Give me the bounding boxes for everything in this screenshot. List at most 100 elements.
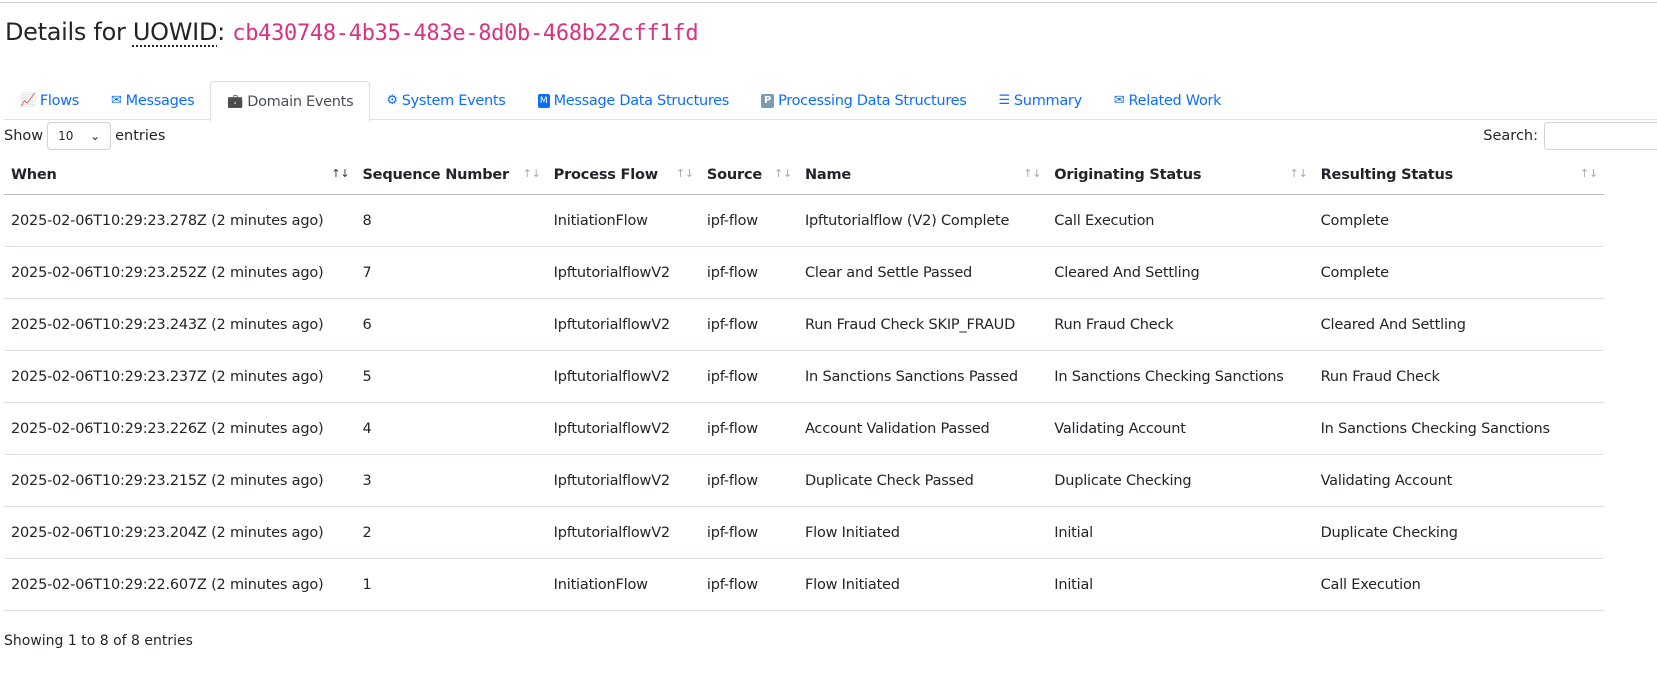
tab-label: Flows [39,92,80,109]
table-row: 2025-02-06T10:29:23.215Z (2 minutes ago)… [4,454,1604,507]
table-cell-source: ipf-flow [699,558,798,611]
table-cell-process-flow: InitiationFlow [546,558,700,611]
sort-icon[interactable]: ↑↓ [1023,167,1041,180]
table-cell-sequence-number: 1 [355,558,547,611]
table-cell-resulting-status: Run Fraud Check [1313,350,1604,403]
table-cell-name: Run Fraud Check SKIP_FRAUD [797,298,1048,351]
table-cell-when: 2025-02-06T10:29:23.278Z (2 minutes ago) [4,194,356,247]
tab-summary[interactable]: ☰ Summary [983,81,1098,120]
entries-select[interactable]: 10 ⌄ [47,122,112,150]
sort-icon[interactable]: ↑↓ [1580,167,1598,180]
column-header-name[interactable]: Name ↑↓ [797,155,1048,195]
show-label: Show [4,128,44,144]
sort-icon[interactable]: ↑↓ [523,167,541,180]
p-badge-icon: P [761,93,775,108]
tab-domain-events[interactable]: 💼 Domain Events [210,81,371,122]
table-cell-name: In Sanctions Sanctions Passed [797,350,1048,403]
tab-label: Messages [125,92,195,109]
table-cell-process-flow: InitiationFlow [546,194,700,247]
column-header-when[interactable]: When ↑↓ [4,155,356,195]
envelope-icon: ✉ [111,92,122,108]
table-cell-resulting-status: Call Execution [1313,558,1604,611]
tab-message-data-structures[interactable]: M Message Data Structures [522,81,746,120]
table-cell-source: ipf-flow [699,298,798,351]
column-header-sequence-number[interactable]: Sequence Number ↑↓ [355,155,547,195]
table-cell-originating-status: Validating Account [1047,402,1314,455]
tab-flows[interactable]: 📈 Flows [4,81,95,120]
title-colon: : [217,18,233,46]
domain-events-table: When ↑↓ Sequence Number ↑↓ Process Flow ↑↓ Sou… [4,155,1604,611]
table-cell-originating-status: Call Execution [1047,194,1314,247]
table-cell-source: ipf-flow [699,194,798,247]
tab-label: Related Work [1128,92,1222,109]
table-row: 2025-02-06T10:29:23.252Z (2 minutes ago)… [4,246,1604,299]
table-cell-when: 2025-02-06T10:29:23.237Z (2 minutes ago) [4,350,356,403]
column-header-resulting-status[interactable]: Resulting Status ↑↓ [1313,155,1604,195]
tab-bar: 📈 Flows ✉ Messages 💼 Domain Events ⚙ System Eve… [4,81,1657,122]
table-cell-when: 2025-02-06T10:29:23.252Z (2 minutes ago) [4,246,356,299]
table-cell-sequence-number: 4 [355,402,547,455]
table-row: 2025-02-06T10:29:23.243Z (2 minutes ago)… [4,298,1604,351]
list-icon: ☰ [998,92,1011,108]
table-cell-sequence-number: 2 [355,506,547,559]
sort-icon[interactable]: ↑↓ [774,167,792,180]
table-cell-when: 2025-02-06T10:29:23.243Z (2 minutes ago) [4,298,356,351]
table-cell-originating-status: Cleared And Settling [1047,246,1314,299]
table-cell-sequence-number: 7 [355,246,547,299]
search-input[interactable] [1544,122,1657,150]
table-cell-name: Flow Initiated [797,558,1048,611]
sort-icon[interactable]: ↑↓ [676,167,694,180]
table-row: 2025-02-06T10:29:23.204Z (2 minutes ago)… [4,506,1604,559]
header-row: When ↑↓ Sequence Number ↑↓ Process Flow ↑↓ Sou… [4,155,1604,195]
table-cell-sequence-number: 5 [355,350,547,403]
tab-label: Message Data Structures [553,92,730,109]
tab-related-work[interactable]: ✉ Related Work [1098,81,1237,120]
column-header-originating-status[interactable]: Originating Status ↑↓ [1047,155,1314,195]
table-cell-source: ipf-flow [699,402,798,455]
table-cell-process-flow: IpftutorialflowV2 [546,454,700,507]
table-cell-sequence-number: 8 [355,194,547,247]
table-cell-when: 2025-02-06T10:29:23.226Z (2 minutes ago) [4,402,356,455]
column-label: Name [804,166,852,183]
briefcase-icon: 💼 [227,93,244,109]
search-label: Search: [1483,128,1538,144]
table-cell-when: 2025-02-06T10:29:23.215Z (2 minutes ago) [4,454,356,507]
tab-system-events[interactable]: ⚙ System Events [370,81,521,120]
table-info: Showing 1 to 8 of 8 entries [4,633,193,649]
table-cell-originating-status: In Sanctions Checking Sanctions [1047,350,1314,403]
entries-value: 10 [58,129,74,143]
search-control: Search: [1483,122,1657,150]
column-label: Sequence Number [362,166,509,183]
page-title: Details for UOWID: cb430748-4b35-483e-8d… [5,18,699,46]
table-cell-process-flow: IpftutorialflowV2 [546,350,700,403]
table-cell-name: Account Validation Passed [797,402,1048,455]
sort-icon[interactable]: ↑↓ [331,167,349,180]
tab-label: Processing Data Structures [778,92,967,109]
top-divider [0,2,1657,3]
tab-messages[interactable]: ✉ Messages [95,81,210,120]
table-cell-sequence-number: 6 [355,298,547,351]
line-chart-icon: 📈 [20,92,36,108]
column-label: Originating Status [1054,166,1202,183]
table-cell-name: Flow Initiated [797,506,1048,559]
column-header-process-flow[interactable]: Process Flow ↑↓ [546,155,700,195]
tab-label: Summary [1013,92,1082,109]
table-cell-resulting-status: Complete [1313,246,1604,299]
table-cell-resulting-status: In Sanctions Checking Sanctions [1313,402,1604,455]
column-label: Source [706,166,762,183]
envelope-filled-icon: ✉ [1113,92,1125,108]
table-cell-originating-status: Run Fraud Check [1047,298,1314,351]
table-cell-source: ipf-flow [699,350,798,403]
column-header-source[interactable]: Source ↑↓ [699,155,798,195]
table-cell-resulting-status: Complete [1313,194,1604,247]
column-label: When [11,166,57,183]
table-cell-name: Duplicate Check Passed [797,454,1048,507]
table-cell-source: ipf-flow [699,506,798,559]
table-cell-originating-status: Initial [1047,506,1314,559]
tab-processing-data-structures[interactable]: P Processing Data Structures [745,81,982,120]
table-cell-resulting-status: Cleared And Settling [1313,298,1604,351]
sort-icon[interactable]: ↑↓ [1290,167,1308,180]
gear-icon: ⚙ [386,92,398,108]
table-cell-resulting-status: Validating Account [1313,454,1604,507]
page-length-control: Show 10 ⌄ entries [4,122,165,150]
